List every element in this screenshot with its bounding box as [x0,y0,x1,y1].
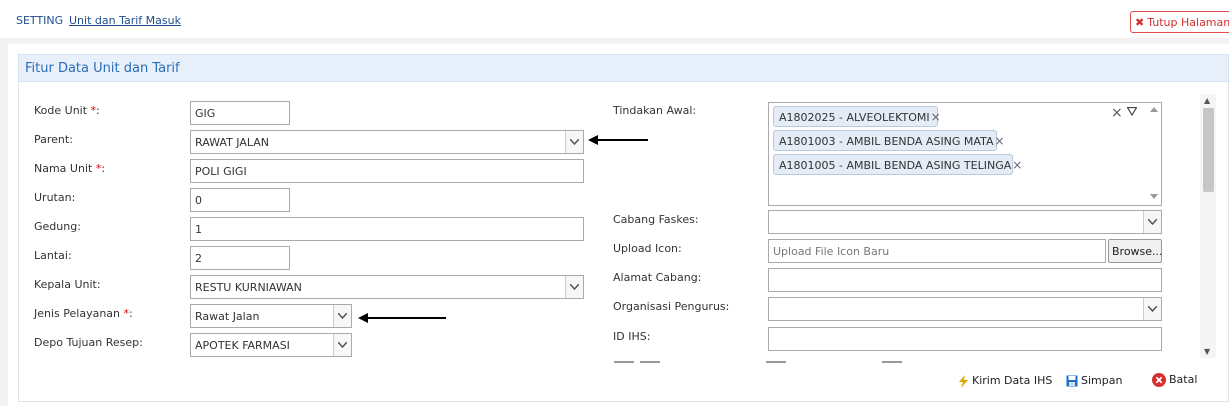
cabang-faskes-select[interactable] [768,210,1162,234]
form-scrollbar[interactable]: ▲ ▼ [1200,94,1216,358]
close-icon[interactable]: × [1012,158,1022,172]
nama-unit-input[interactable]: POLI GIGI [190,159,584,183]
upload-icon-label: Upload Icon: [613,242,682,255]
browse-button[interactable]: Browse... [1108,239,1163,263]
kode-unit-label: Kode Unit *: [34,104,100,117]
depo-tujuan-resep-label: Depo Tujuan Resep: [34,336,143,349]
close-page-label: Tutup Halaman [1147,16,1229,29]
kepala-unit-value: RESTU KURNIAWAN [195,281,302,294]
urutan-input[interactable]: 0 [190,188,290,212]
chevron-down-icon[interactable] [565,276,583,298]
top-bar: SETTING Unit dan Tarif Masuk ✖ Tutup Hala… [0,0,1229,38]
lantai-input[interactable]: 2 [190,246,290,270]
save-icon [1066,375,1078,387]
lantai-label: Lantai: [34,249,72,262]
depo-tujuan-resep-value: APOTEK FARMASI [195,339,290,352]
simpan-button[interactable]: Simpan [1066,374,1122,387]
parent-value: RAWAT JALAN [195,136,269,149]
kepala-unit-select[interactable]: RESTU KURNIAWAN [190,275,584,299]
id-ihs-label: ID IHS: [613,330,651,343]
multiselect-scrollbar[interactable] [1147,103,1161,205]
kirim-data-ihs-button[interactable]: Kirim Data IHS [958,374,1052,388]
scroll-up-icon[interactable]: ▲ [1204,96,1210,105]
tindakan-awal-multiselect[interactable]: A1802025 - ALVEOLEKTOMI× A1801003 - AMBI… [768,102,1162,206]
filter-down-icon[interactable] [1127,107,1137,116]
unit-tarif-panel: Fitur Data Unit dan Tarif Kode Unit *: G… [8,44,1229,406]
batal-button[interactable]: Batal [1152,373,1197,387]
nama-unit-label: Nama Unit *: [34,162,106,175]
scroll-down-icon[interactable]: ▼ [1204,347,1210,356]
arrow-left-icon [588,135,648,145]
close-icon: ✖ [1135,16,1145,29]
cabang-faskes-label: Cabang Faskes: [613,213,699,226]
organisasi-pengurus-label: Organisasi Pengurus: [613,300,730,313]
jenis-pelayanan-label: Jenis Pelayanan *: [34,307,133,320]
close-icon[interactable]: × [994,134,1004,148]
kirim-label: Kirim Data IHS [972,374,1053,387]
simpan-label: Simpan [1081,374,1123,387]
arrow-left-icon [358,313,446,323]
chevron-down-icon[interactable] [1143,298,1161,320]
clipped-next-row [614,358,974,364]
jenis-pelayanan-value: Rawat Jalan [195,310,260,323]
urutan-label: Urutan: [34,191,76,204]
batal-label: Batal [1169,373,1198,386]
tindakan-awal-label: Tindakan Awal: [613,104,697,117]
scroll-down-icon[interactable] [1150,194,1158,199]
chevron-down-icon[interactable] [565,131,583,153]
chevron-down-icon[interactable] [333,334,351,356]
panel-title: Fitur Data Unit dan Tarif [25,61,180,76]
tindakan-tag[interactable]: A1802025 - ALVEOLEKTOMI× [773,106,941,127]
depo-tujuan-resep-select[interactable]: APOTEK FARMASI [190,333,352,357]
parent-label: Parent: [34,133,73,146]
id-ihs-input[interactable] [768,327,1162,351]
cancel-icon [1152,373,1166,387]
upload-icon-input[interactable]: Upload File Icon Baru [768,239,1106,263]
close-page-button[interactable]: ✖ Tutup Halaman [1130,11,1229,33]
panel-header: Fitur Data Unit dan Tarif [18,54,1229,82]
organisasi-pengurus-select[interactable] [768,297,1162,321]
gedung-input[interactable]: 1 [190,217,584,241]
breadcrumb-root: SETTING [16,14,64,27]
scroll-thumb[interactable] [1203,108,1214,192]
alamat-cabang-label: Alamat Cabang: [613,271,702,284]
breadcrumb-current[interactable]: Unit dan Tarif Masuk [69,14,181,27]
gedung-label: Gedung: [34,220,81,233]
tindakan-tag[interactable]: A1801003 - AMBIL BENDA ASING MATA× [773,130,1005,151]
chevron-down-icon[interactable] [333,305,351,327]
jenis-pelayanan-select[interactable]: Rawat Jalan [190,304,352,328]
clear-icon[interactable]: × [1111,105,1123,121]
parent-select[interactable]: RAWAT JALAN [190,130,584,154]
tindakan-tag[interactable]: A1801005 - AMBIL BENDA ASING TELINGA× [773,154,1022,175]
close-icon[interactable]: × [931,110,941,124]
lightning-icon [959,374,968,388]
scroll-up-icon[interactable] [1150,107,1158,112]
kode-unit-input[interactable]: GIG [190,101,290,125]
alamat-cabang-input[interactable] [768,268,1162,292]
chevron-down-icon[interactable] [1143,211,1161,233]
kepala-unit-label: Kepala Unit: [34,278,101,291]
